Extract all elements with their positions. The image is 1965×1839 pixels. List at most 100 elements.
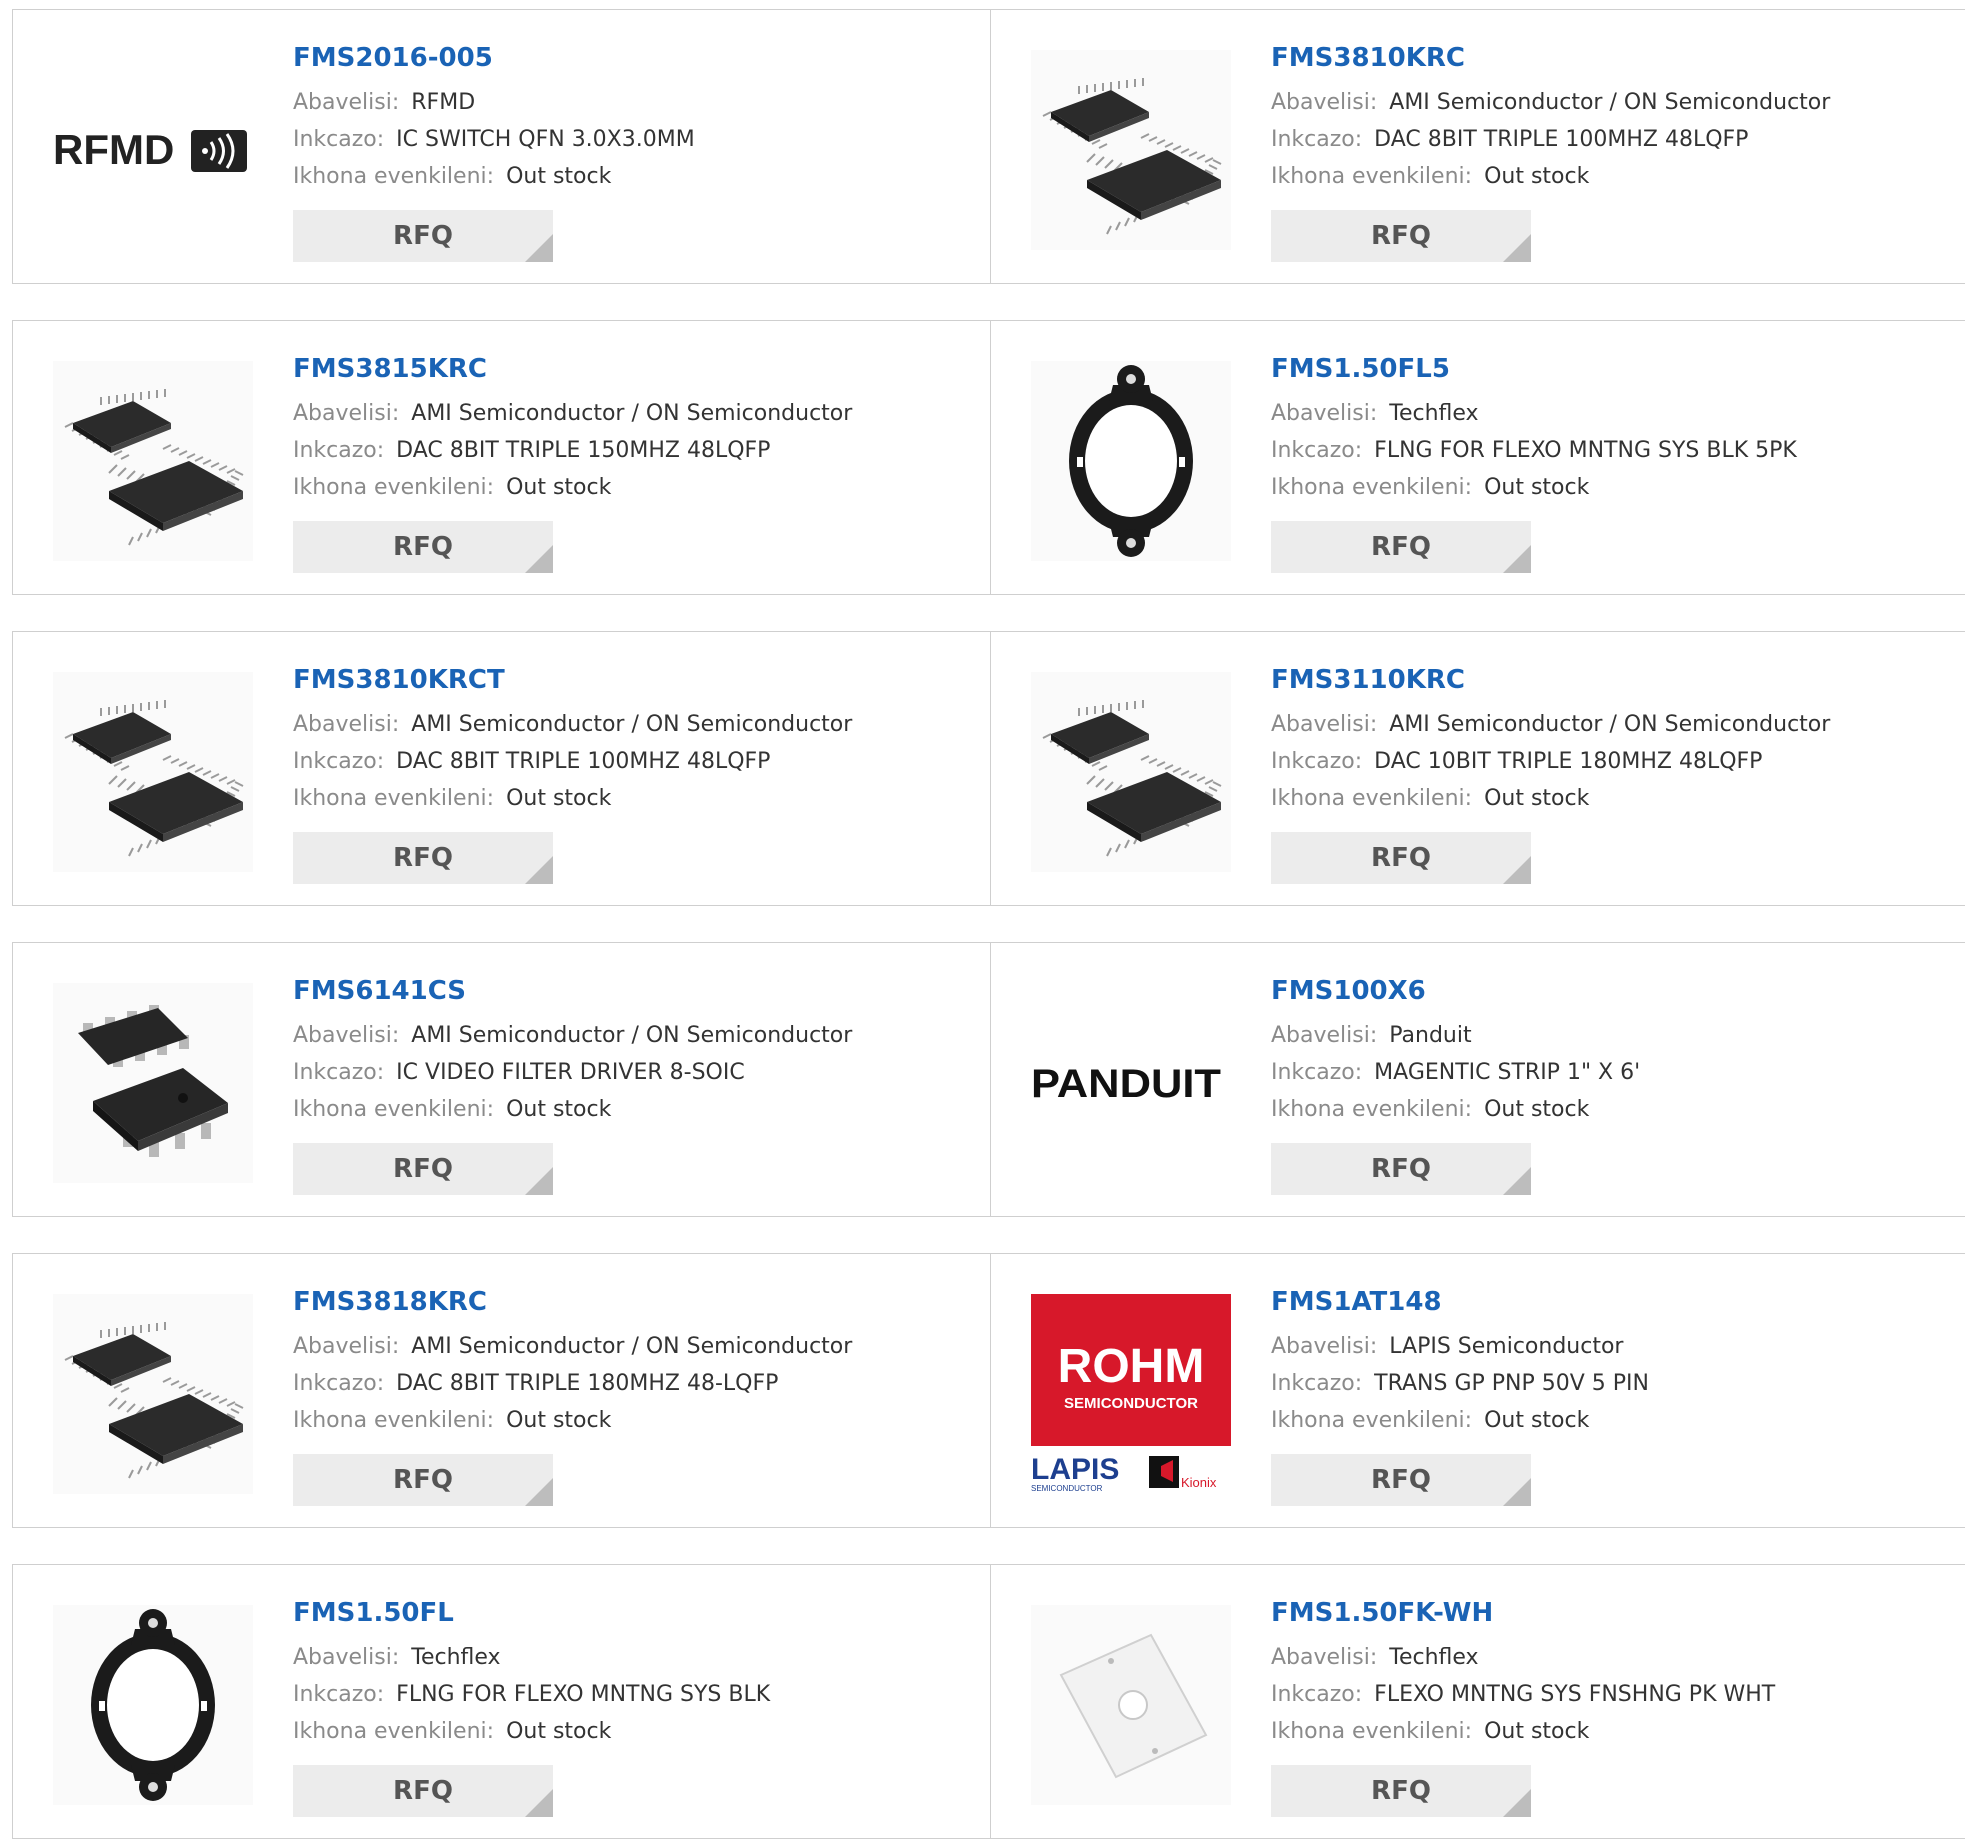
rfq-button[interactable]: RFQ (293, 832, 553, 884)
rfq-label: RFQ (393, 221, 453, 251)
rfq-button[interactable]: RFQ (1271, 1765, 1531, 1817)
stock-row: Ikhona evenkileni: Out stock (1271, 1713, 1945, 1750)
soic-chip-image[interactable] (53, 983, 253, 1183)
description-label: Inkcazo: (1271, 1060, 1363, 1085)
part-number-link[interactable]: FMS3818KRC (293, 1284, 971, 1320)
product-info: FMS1.50FL Abavelisi: Techflex Inkcazo: FLN… (293, 1595, 971, 1750)
stock-row: Ikhona evenkileni: Out stock (293, 1402, 971, 1439)
rfq-button[interactable]: RFQ (293, 1143, 553, 1195)
part-number-link[interactable]: FMS3110KRC (1271, 662, 1945, 698)
stock-value: Out stock (506, 164, 612, 189)
manufacturer-row: Abavelisi: Panduit (1271, 1017, 1945, 1054)
manufacturer-value: RFMD (411, 90, 476, 115)
description-label: Inkcazo: (293, 127, 385, 152)
part-number-link[interactable]: FMS1.50FL5 (1271, 351, 1945, 387)
panduit-logo[interactable]: PANDUIT (1031, 983, 1231, 1183)
lqfp-chip-image[interactable] (53, 1294, 253, 1494)
white-plate-image[interactable] (1031, 1605, 1231, 1805)
product-card: FMS1.50FL5 Abavelisi: Techflex Inkcazo: FL… (990, 320, 1965, 595)
stock-value: Out stock (506, 475, 612, 500)
kionix-logo-text: Kionix (1181, 1475, 1217, 1490)
stock-row: Ikhona evenkileni: Out stock (293, 780, 971, 817)
product-info: FMS3818KRC Abavelisi: AMI Semiconductor /… (293, 1284, 971, 1439)
part-number-link[interactable]: FMS6141CS (293, 973, 971, 1009)
part-number-link[interactable]: FMS100X6 (1271, 973, 1945, 1009)
rfq-label: RFQ (1371, 1154, 1431, 1184)
lqfp-chip-image[interactable] (53, 672, 253, 872)
rfq-corner-decoration (1503, 234, 1531, 262)
part-number-link[interactable]: FMS3810KRCT (293, 662, 971, 698)
description-label: Inkcazo: (1271, 438, 1363, 463)
rfq-button[interactable]: RFQ (293, 521, 553, 573)
rfq-button[interactable]: RFQ (1271, 210, 1531, 262)
part-number-link[interactable]: FMS1AT148 (1271, 1284, 1945, 1320)
product-card: RFMD FMS2016-005 Abavelisi: RFMD Inkcazo:… (12, 9, 992, 284)
part-number-link[interactable]: FMS3815KRC (293, 351, 971, 387)
product-card: PANDUIT FMS100X6 Abavelisi: Panduit Inkca… (990, 942, 1965, 1217)
description-row: Inkcazo: TRANS GP PNP 50V 5 PIN (1271, 1365, 1945, 1402)
rohm-logo[interactable]: ROHM SEMICONDUCTOR LAPIS SEMICONDUCTOR K… (1031, 1294, 1231, 1494)
manufacturer-row: Abavelisi: LAPIS Semiconductor (1271, 1328, 1945, 1365)
product-info: FMS3110KRC Abavelisi: AMI Semiconductor /… (1271, 662, 1945, 817)
product-card: FMS3818KRC Abavelisi: AMI Semiconductor /… (12, 1253, 992, 1528)
manufacturer-row: Abavelisi: Techflex (1271, 395, 1945, 432)
manufacturer-row: Abavelisi: Techflex (1271, 1639, 1945, 1676)
rfq-corner-decoration (1503, 856, 1531, 884)
lqfp-chip-image[interactable] (53, 361, 253, 561)
manufacturer-label: Abavelisi: (293, 1645, 400, 1670)
product-info: FMS6141CS Abavelisi: AMI Semiconductor / … (293, 973, 971, 1128)
description-value: IC VIDEO FILTER DRIVER 8-SOIC (396, 1060, 745, 1085)
rfq-label: RFQ (393, 1776, 453, 1806)
description-label: Inkcazo: (293, 1371, 385, 1396)
manufacturer-value: Techflex (1389, 401, 1479, 426)
description-row: Inkcazo: DAC 8BIT TRIPLE 180MHZ 48-LQFP (293, 1365, 971, 1402)
rfq-corner-decoration (525, 234, 553, 262)
stock-value: Out stock (506, 1408, 612, 1433)
manufacturer-row: Abavelisi: Techflex (293, 1639, 971, 1676)
description-value: DAC 8BIT TRIPLE 180MHZ 48-LQFP (396, 1371, 779, 1396)
description-value: DAC 8BIT TRIPLE 100MHZ 48LQFP (1374, 127, 1749, 152)
product-info: FMS1AT148 Abavelisi: LAPIS Semiconductor … (1271, 1284, 1945, 1439)
description-row: Inkcazo: DAC 8BIT TRIPLE 150MHZ 48LQFP (293, 432, 971, 469)
rfq-button[interactable]: RFQ (293, 1765, 553, 1817)
description-value: FLNG FOR FLEXO MNTNG SYS BLK 5PK (1374, 438, 1797, 463)
description-label: Inkcazo: (293, 749, 385, 774)
description-value: FLNG FOR FLEXO MNTNG SYS BLK (396, 1682, 771, 1707)
part-number-link[interactable]: FMS2016-005 (293, 40, 971, 76)
description-value: DAC 8BIT TRIPLE 100MHZ 48LQFP (396, 749, 771, 774)
description-value: FLEXO MNTNG SYS FNSHNG PK WHT (1374, 1682, 1776, 1707)
part-number-link[interactable]: FMS1.50FK-WH (1271, 1595, 1945, 1631)
rfq-label: RFQ (1371, 221, 1431, 251)
rfmd-logo[interactable]: RFMD (53, 50, 253, 250)
description-label: Inkcazo: (1271, 127, 1363, 152)
lqfp-chip-image[interactable] (1031, 672, 1231, 872)
lqfp-chip-image[interactable] (1031, 50, 1231, 250)
flange-ring-image[interactable] (53, 1605, 253, 1805)
part-number-link[interactable]: FMS1.50FL (293, 1595, 971, 1631)
product-card: FMS3110KRC Abavelisi: AMI Semiconductor /… (990, 631, 1965, 906)
stock-row: Ikhona evenkileni: Out stock (1271, 1402, 1945, 1439)
stock-row: Ikhona evenkileni: Out stock (1271, 469, 1945, 506)
manufacturer-row: Abavelisi: AMI Semiconductor / ON Semicon… (1271, 706, 1945, 743)
manufacturer-row: Abavelisi: AMI Semiconductor / ON Semicon… (293, 1328, 971, 1365)
stock-label: Ikhona evenkileni: (293, 786, 495, 811)
description-row: Inkcazo: FLNG FOR FLEXO MNTNG SYS BLK (293, 1676, 971, 1713)
stock-label: Ikhona evenkileni: (293, 164, 495, 189)
rfq-button[interactable]: RFQ (1271, 832, 1531, 884)
rfq-button[interactable]: RFQ (1271, 1454, 1531, 1506)
product-info: FMS3810KRC Abavelisi: AMI Semiconductor /… (1271, 40, 1945, 195)
rfq-button[interactable]: RFQ (1271, 1143, 1531, 1195)
rfq-button[interactable]: RFQ (293, 210, 553, 262)
stock-value: Out stock (1484, 1719, 1590, 1744)
product-info: FMS100X6 Abavelisi: Panduit Inkcazo: MAGEN… (1271, 973, 1945, 1128)
flange-ring-image[interactable] (1031, 361, 1231, 561)
rfq-button[interactable]: RFQ (293, 1454, 553, 1506)
stock-row: Ikhona evenkileni: Out stock (293, 1091, 971, 1128)
rfq-button[interactable]: RFQ (1271, 521, 1531, 573)
description-row: Inkcazo: IC VIDEO FILTER DRIVER 8-SOIC (293, 1054, 971, 1091)
product-info: FMS3810KRCT Abavelisi: AMI Semiconductor … (293, 662, 971, 817)
part-number-link[interactable]: FMS3810KRC (1271, 40, 1945, 76)
rfq-corner-decoration (525, 1167, 553, 1195)
stock-label: Ikhona evenkileni: (293, 1719, 495, 1744)
manufacturer-label: Abavelisi: (293, 1023, 400, 1048)
